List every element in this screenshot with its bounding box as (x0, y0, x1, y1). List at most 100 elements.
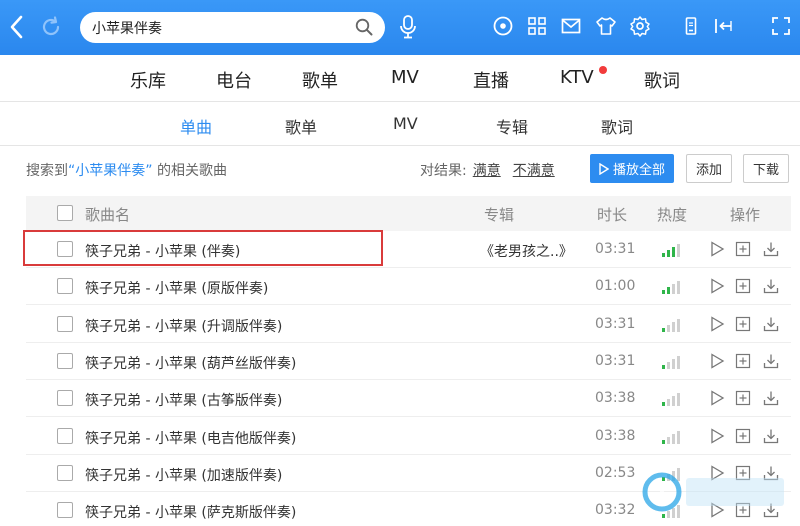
skin-icon[interactable] (595, 15, 617, 37)
heat-bar (677, 431, 680, 444)
download-icon[interactable] (763, 316, 779, 332)
feedback-bad-link[interactable]: 不满意 (513, 163, 555, 179)
heat-bar (672, 396, 675, 406)
song-row[interactable]: 筷子兄弟 - 小苹果 (古筝版伴奏) 03:38 (26, 380, 791, 417)
heat-bar (662, 328, 665, 332)
play-icon (599, 162, 609, 175)
select-all-checkbox[interactable] (57, 205, 73, 221)
heat-bar (662, 402, 665, 406)
row-checkbox[interactable] (57, 353, 73, 369)
download-icon[interactable] (763, 390, 779, 406)
song-name[interactable]: 筷子兄弟 - 小苹果 (萨克斯版伴奏) (85, 502, 296, 522)
play-icon[interactable] (709, 316, 725, 332)
heat-bar (662, 440, 665, 444)
add-to-list-icon[interactable] (735, 241, 751, 257)
add-to-list-icon[interactable] (735, 353, 751, 369)
nav-ktv[interactable]: KTV (560, 67, 594, 88)
song-name[interactable]: 筷子兄弟 - 小苹果 (加速版伴奏) (85, 465, 282, 485)
song-duration: 03:31 (595, 316, 636, 332)
song-row[interactable]: 筷子兄弟 - 小苹果 (升调版伴奏) 03:31 (26, 306, 791, 343)
settings-icon[interactable] (629, 15, 651, 37)
add-to-list-icon[interactable] (735, 316, 751, 332)
heat-bars-icon (662, 244, 680, 257)
song-name[interactable]: 筷子兄弟 - 小苹果 (葫芦丝版伴奏) (85, 353, 296, 373)
col-duration: 时长 (597, 206, 628, 224)
row-checkbox[interactable] (57, 465, 73, 481)
song-name[interactable]: 筷子兄弟 - 小苹果 (升调版伴奏) (85, 316, 282, 336)
heat-bar (667, 399, 670, 406)
song-duration: 03:32 (595, 502, 636, 518)
tab-mv[interactable]: MV (393, 114, 418, 133)
heat-bar (662, 253, 665, 257)
nav-lyrics[interactable]: 歌词 (644, 67, 680, 93)
nav-live[interactable]: 直播 (473, 67, 509, 93)
mini-mode-icon[interactable] (712, 15, 734, 37)
download-icon[interactable] (763, 353, 779, 369)
heat-bars-icon (662, 319, 680, 332)
play-icon[interactable] (709, 241, 725, 257)
result-prefix: 搜索到 (26, 163, 68, 179)
tab-songs[interactable]: 单曲 (180, 114, 212, 138)
nav-radio[interactable]: 电台 (216, 67, 252, 93)
play-icon[interactable] (709, 278, 725, 294)
add-to-list-icon[interactable] (735, 278, 751, 294)
nav-playlist[interactable]: 歌单 (302, 67, 338, 93)
back-icon[interactable] (8, 14, 26, 40)
row-checkbox[interactable] (57, 428, 73, 444)
play-icon[interactable] (709, 428, 725, 444)
tab-albums[interactable]: 专辑 (496, 114, 528, 138)
play-icon[interactable] (709, 390, 725, 406)
heat-bar (672, 322, 675, 332)
heat-bar (672, 359, 675, 369)
song-duration: 03:38 (595, 390, 636, 406)
song-row[interactable]: 筷子兄弟 - 小苹果 (葫芦丝版伴奏) 03:31 (26, 343, 791, 380)
ktv-new-badge (599, 66, 607, 74)
result-feedback: 对结果: 满意 不满意 (420, 160, 555, 180)
highlight-box (23, 230, 383, 266)
song-name[interactable]: 筷子兄弟 - 小苹果 (电吉他版伴奏) (85, 428, 296, 448)
heat-bar (667, 437, 670, 444)
add-to-list-icon[interactable] (735, 390, 751, 406)
add-to-list-icon[interactable] (735, 428, 751, 444)
heat-bar (677, 393, 680, 406)
download-icon[interactable] (763, 278, 779, 294)
heat-bar (672, 247, 675, 257)
song-name[interactable]: 筷子兄弟 - 小苹果 (古筝版伴奏) (85, 390, 282, 410)
nav-library[interactable]: 乐库 (130, 67, 166, 93)
mic-icon[interactable] (398, 14, 418, 40)
tab-lyrics[interactable]: 歌词 (601, 114, 633, 138)
apps-icon[interactable] (526, 15, 548, 37)
mail-icon[interactable] (560, 15, 582, 37)
expand-icon[interactable] (770, 15, 792, 37)
phone-icon[interactable] (680, 15, 702, 37)
row-checkbox[interactable] (57, 390, 73, 406)
song-row[interactable]: 筷子兄弟 - 小苹果 (原版伴奏) 01:00 (26, 268, 791, 305)
search-input[interactable] (92, 17, 342, 38)
record-icon[interactable] (492, 15, 514, 37)
add-button[interactable]: 添加 (686, 154, 732, 183)
song-album[interactable]: 《老男孩之..》 (480, 241, 573, 261)
song-duration: 02:53 (595, 465, 636, 481)
download-icon[interactable] (763, 428, 779, 444)
row-checkbox[interactable] (57, 278, 73, 294)
tab-playlists[interactable]: 歌单 (285, 114, 317, 138)
song-duration: 03:31 (595, 241, 636, 257)
feedback-good-link[interactable]: 满意 (473, 163, 501, 179)
search-box (80, 12, 385, 43)
col-ops: 操作 (730, 206, 761, 224)
search-icon[interactable] (355, 18, 373, 36)
download-icon[interactable] (763, 241, 779, 257)
song-duration: 03:38 (595, 428, 636, 444)
row-checkbox[interactable] (57, 502, 73, 518)
heat-bar (667, 362, 670, 369)
row-checkbox[interactable] (57, 316, 73, 332)
play-icon[interactable] (709, 353, 725, 369)
heat-bar (677, 244, 680, 257)
song-duration: 03:31 (595, 353, 636, 369)
song-name[interactable]: 筷子兄弟 - 小苹果 (原版伴奏) (85, 278, 268, 298)
song-row[interactable]: 筷子兄弟 - 小苹果 (电吉他版伴奏) 03:38 (26, 418, 791, 455)
play-all-button[interactable]: 播放全部 (590, 154, 674, 183)
nav-mv[interactable]: MV (391, 67, 419, 88)
download-button[interactable]: 下载 (743, 154, 789, 183)
refresh-icon[interactable] (40, 16, 62, 38)
